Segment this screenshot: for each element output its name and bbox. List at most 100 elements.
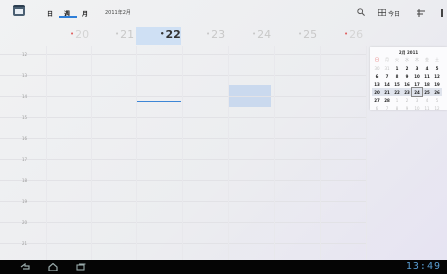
mini-day-cell[interactable]: 6 <box>372 72 382 80</box>
day-number: 26 <box>349 28 364 41</box>
mini-week-row: 6 7 8 9 10 11 12 <box>372 72 442 80</box>
mini-week-row: 6 7 8 9 10 11 12 <box>372 104 442 112</box>
hour-gridline <box>0 180 367 181</box>
mini-week-row: 30 31 1 2 3 4 5 <box>372 64 442 72</box>
day-dot-icon: • <box>160 30 165 38</box>
mini-day-cell[interactable]: 2 <box>402 64 412 72</box>
hour-gridline <box>0 201 367 202</box>
mini-weekday-label: 木 <box>415 57 419 62</box>
mini-day-cell[interactable]: 13 <box>372 80 382 88</box>
hour-label: 15 <box>22 115 28 120</box>
mini-day-cell[interactable]: 18 <box>422 80 432 88</box>
day-column-divider <box>228 46 229 260</box>
mini-day-cell[interactable]: 9 <box>402 72 412 80</box>
mini-day-cell[interactable]: 12 <box>432 72 442 80</box>
tab-day[interactable]: 日 <box>47 9 53 18</box>
day-header-21[interactable]: •21 <box>115 28 134 46</box>
mini-day-cell[interactable]: 7 <box>382 72 392 80</box>
mini-day-cell[interactable]: 12 <box>432 104 442 112</box>
mini-day-cell[interactable]: 1 <box>392 96 402 104</box>
mini-day-cell[interactable]: 17 <box>412 80 422 88</box>
mini-calendar[interactable]: 2月 2011 日月火水木金土 30 31 1 2 3 4 5 6 7 8 9 10 11 12 13 14 15… <box>370 47 447 112</box>
mini-day-cell[interactable]: 11 <box>422 104 432 112</box>
mini-day-cell[interactable]: 3 <box>412 96 422 104</box>
mini-weekday-label: 日 <box>375 57 379 62</box>
mini-day-cell[interactable]: 3 <box>412 64 422 72</box>
mini-day-cell[interactable]: 5 <box>432 96 442 104</box>
mini-day-cell[interactable]: 23 <box>402 88 412 96</box>
day-column-divider <box>182 46 183 260</box>
mini-day-cell[interactable]: 4 <box>422 64 432 72</box>
hour-gridline <box>0 54 367 55</box>
day-column-divider <box>46 46 47 260</box>
mini-day-cell[interactable]: 21 <box>382 88 392 96</box>
day-header-26[interactable]: •26 <box>344 28 363 46</box>
mini-day-cell[interactable]: 6 <box>372 104 382 112</box>
day-header-25[interactable]: •25 <box>298 28 317 46</box>
calendar-app-icon[interactable] <box>13 5 25 16</box>
mini-day-cell[interactable]: 19 <box>432 80 442 88</box>
hour-label: 12 <box>22 52 28 57</box>
current-time-line <box>136 101 181 102</box>
mini-week-row: 13 14 15 16 17 18 19 <box>372 80 442 88</box>
mini-day-cell[interactable]: 4 <box>422 96 432 104</box>
hour-gridline <box>0 117 367 118</box>
back-icon[interactable] <box>20 263 30 271</box>
mini-day-cell[interactable]: 27 <box>372 96 382 104</box>
mini-day-cell[interactable]: 10 <box>412 72 422 80</box>
mini-week-row: 20 21 22 23 24 25 26 <box>372 87 442 97</box>
mini-day-cell[interactable]: 20 <box>372 88 382 96</box>
mini-day-cell[interactable]: 14 <box>382 80 392 88</box>
mini-day-cell[interactable]: 16 <box>402 80 412 88</box>
tab-month[interactable]: 月 <box>82 9 88 18</box>
mini-day-cell[interactable]: 31 <box>382 64 392 72</box>
tasks-icon[interactable] <box>417 9 425 17</box>
tab-week-underline <box>59 16 77 18</box>
mini-day-cell[interactable]: 7 <box>382 104 392 112</box>
today-button[interactable]: 今日 <box>388 9 400 18</box>
mini-day-cell[interactable]: 10 <box>412 104 422 112</box>
mini-day-cell[interactable]: 8 <box>392 72 402 80</box>
day-header-24[interactable]: •24 <box>252 28 271 46</box>
day-number: 20 <box>75 28 90 41</box>
hour-label: 19 <box>22 199 28 204</box>
mini-day-cell[interactable]: 15 <box>392 80 402 88</box>
mini-day-cell[interactable]: 5 <box>432 64 442 72</box>
mini-day-cell[interactable]: 22 <box>392 88 402 96</box>
day-header-22[interactable]: •22 <box>160 28 181 46</box>
day-dot-icon: • <box>252 30 257 38</box>
mini-weekday-label: 水 <box>405 57 409 62</box>
system-bar: 13:49 <box>0 260 447 274</box>
day-dot-icon: • <box>70 30 75 38</box>
menu-icon[interactable] <box>441 9 443 17</box>
day-header-20[interactable]: •20 <box>70 28 89 46</box>
grid-icon[interactable] <box>378 9 386 16</box>
mini-day-cell[interactable]: 9 <box>402 104 412 112</box>
hour-label: 21 <box>22 241 28 246</box>
hour-label: 17 <box>22 157 28 162</box>
mini-weekday-label: 金 <box>425 57 429 62</box>
day-column-divider <box>136 46 137 260</box>
day-column-divider <box>366 46 367 260</box>
mini-day-cell[interactable]: 26 <box>432 88 442 96</box>
home-icon[interactable] <box>48 263 58 271</box>
mini-day-cell[interactable]: 2 <box>402 96 412 104</box>
mini-weekday-label: 火 <box>395 57 399 62</box>
mini-day-cell[interactable]: 25 <box>422 88 432 96</box>
hour-label: 14 <box>22 94 28 99</box>
hour-gridline <box>0 138 367 139</box>
mini-day-cell[interactable]: 1 <box>392 64 402 72</box>
recent-apps-icon[interactable] <box>76 263 86 271</box>
mini-week-row: 27 28 1 2 3 4 5 <box>372 96 442 104</box>
mini-day-cell[interactable]: 11 <box>422 72 432 80</box>
day-header-23[interactable]: •23 <box>206 28 225 46</box>
mini-day-cell[interactable]: 30 <box>372 64 382 72</box>
hour-gridline <box>0 96 367 97</box>
day-dot-icon: • <box>298 30 303 38</box>
search-icon[interactable] <box>357 8 365 16</box>
mini-day-cell[interactable]: 28 <box>382 96 392 104</box>
day-column-divider <box>91 46 92 260</box>
mini-weekday-label: 土 <box>435 57 439 62</box>
mini-day-cell[interactable]: 8 <box>392 104 402 112</box>
mini-day-cell[interactable]: 24 <box>411 87 423 97</box>
